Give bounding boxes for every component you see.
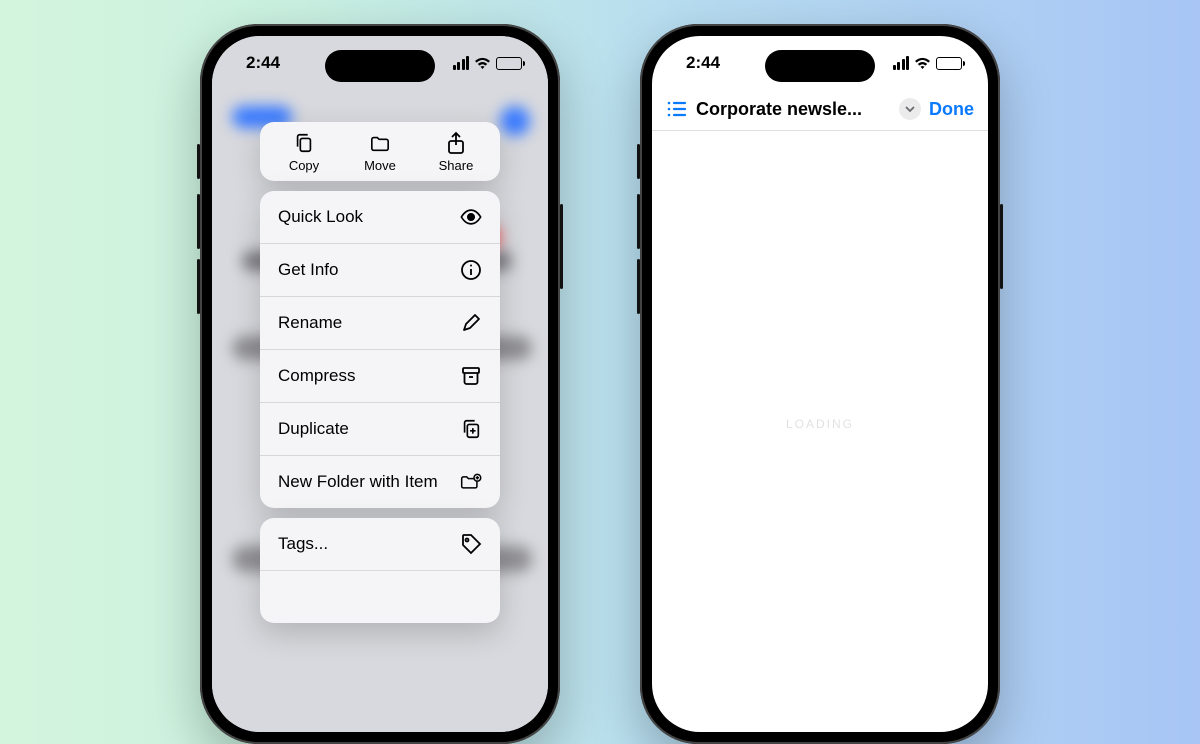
pencil-icon	[460, 312, 482, 334]
loading-label: LOADING	[786, 417, 854, 431]
battery-icon	[496, 57, 522, 70]
title-dropdown[interactable]	[899, 98, 921, 120]
battery-icon	[936, 57, 962, 70]
menu-item-quick-look[interactable]: Quick Look	[260, 191, 500, 243]
copy-label: Copy	[289, 158, 319, 173]
move-label: Move	[364, 158, 396, 173]
menu-item-tags[interactable]: Tags...	[260, 518, 500, 570]
status-time: 2:44	[246, 53, 280, 73]
tag-icon	[460, 533, 482, 555]
share-action[interactable]: Share	[421, 132, 491, 173]
copy-action[interactable]: Copy	[269, 132, 339, 173]
menu-item-compress[interactable]: Compress	[260, 349, 500, 402]
folder-icon	[369, 132, 391, 154]
document-title: Corporate newsle...	[696, 99, 891, 120]
copy-icon	[293, 132, 315, 154]
share-icon	[445, 132, 467, 154]
menu-item-new-folder[interactable]: New Folder with Item	[260, 455, 500, 508]
menu-item-get-info[interactable]: Get Info	[260, 243, 500, 296]
done-button[interactable]: Done	[929, 99, 974, 120]
duplicate-icon	[460, 418, 482, 440]
wifi-icon	[914, 57, 931, 70]
menu-item-rename[interactable]: Rename	[260, 296, 500, 349]
iphone-right: 2:44 Corporate newsle... Done	[640, 24, 1000, 744]
menu-item-cutoff[interactable]: x	[260, 570, 500, 623]
move-action[interactable]: Move	[345, 132, 415, 173]
dynamic-island	[765, 50, 875, 82]
context-menu: Copy Move Share	[260, 122, 500, 623]
document-body: LOADING	[652, 131, 988, 717]
info-icon	[460, 259, 482, 281]
status-time: 2:44	[686, 53, 720, 73]
folder-plus-icon	[460, 471, 482, 493]
documents-list-icon[interactable]	[666, 100, 688, 118]
eye-icon	[460, 206, 482, 228]
document-nav-bar: Corporate newsle... Done	[652, 90, 988, 131]
dynamic-island	[325, 50, 435, 82]
menu-item-duplicate[interactable]: Duplicate	[260, 402, 500, 455]
archive-icon	[460, 365, 482, 387]
cellular-icon	[453, 56, 470, 70]
cellular-icon	[893, 56, 910, 70]
iphone-left: 2:44 Copy	[200, 24, 560, 744]
wifi-icon	[474, 57, 491, 70]
share-label: Share	[439, 158, 474, 173]
